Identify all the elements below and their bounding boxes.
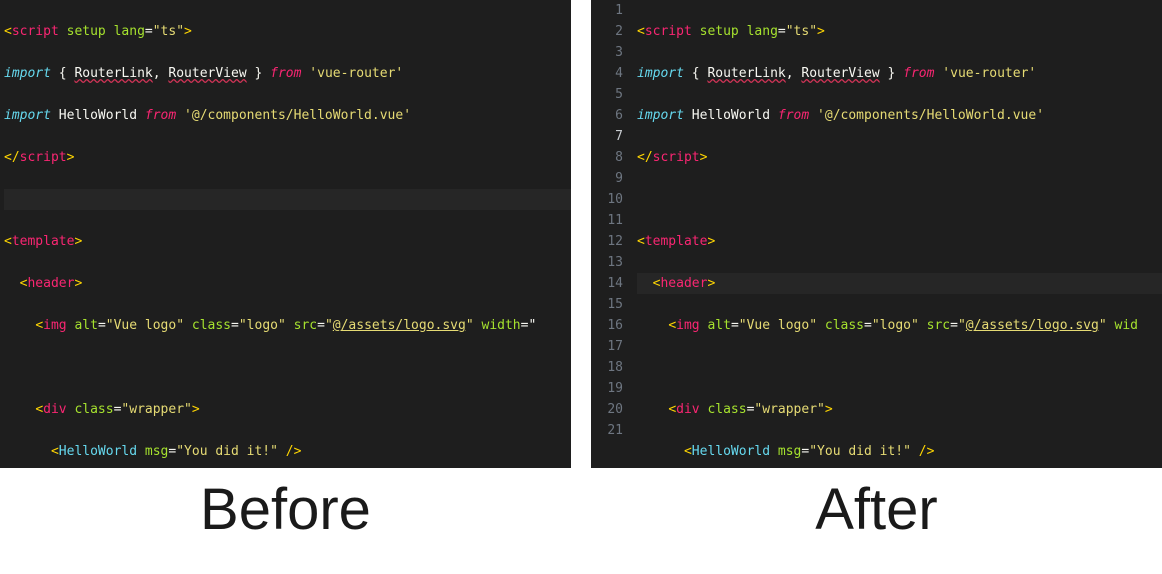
comparison-container: <script setup lang="ts"> import { Router… bbox=[0, 0, 1162, 543]
labels-row: Before After bbox=[0, 468, 1162, 543]
label-before: Before bbox=[0, 468, 571, 543]
line-number-gutter: 1 2 3 4 5 6 7 8 9 10 11 12 13 14 15 16 1… bbox=[591, 0, 637, 468]
label-after: After bbox=[591, 468, 1162, 543]
code-lines-after: <script setup lang="ts"> import { Router… bbox=[637, 0, 1162, 468]
code-lines-before: <script setup lang="ts"> import { Router… bbox=[0, 0, 571, 468]
editor-panels: <script setup lang="ts"> import { Router… bbox=[0, 0, 1162, 468]
editor-before[interactable]: <script setup lang="ts"> import { Router… bbox=[0, 0, 571, 468]
editor-after[interactable]: 1 2 3 4 5 6 7 8 9 10 11 12 13 14 15 16 1… bbox=[591, 0, 1162, 468]
